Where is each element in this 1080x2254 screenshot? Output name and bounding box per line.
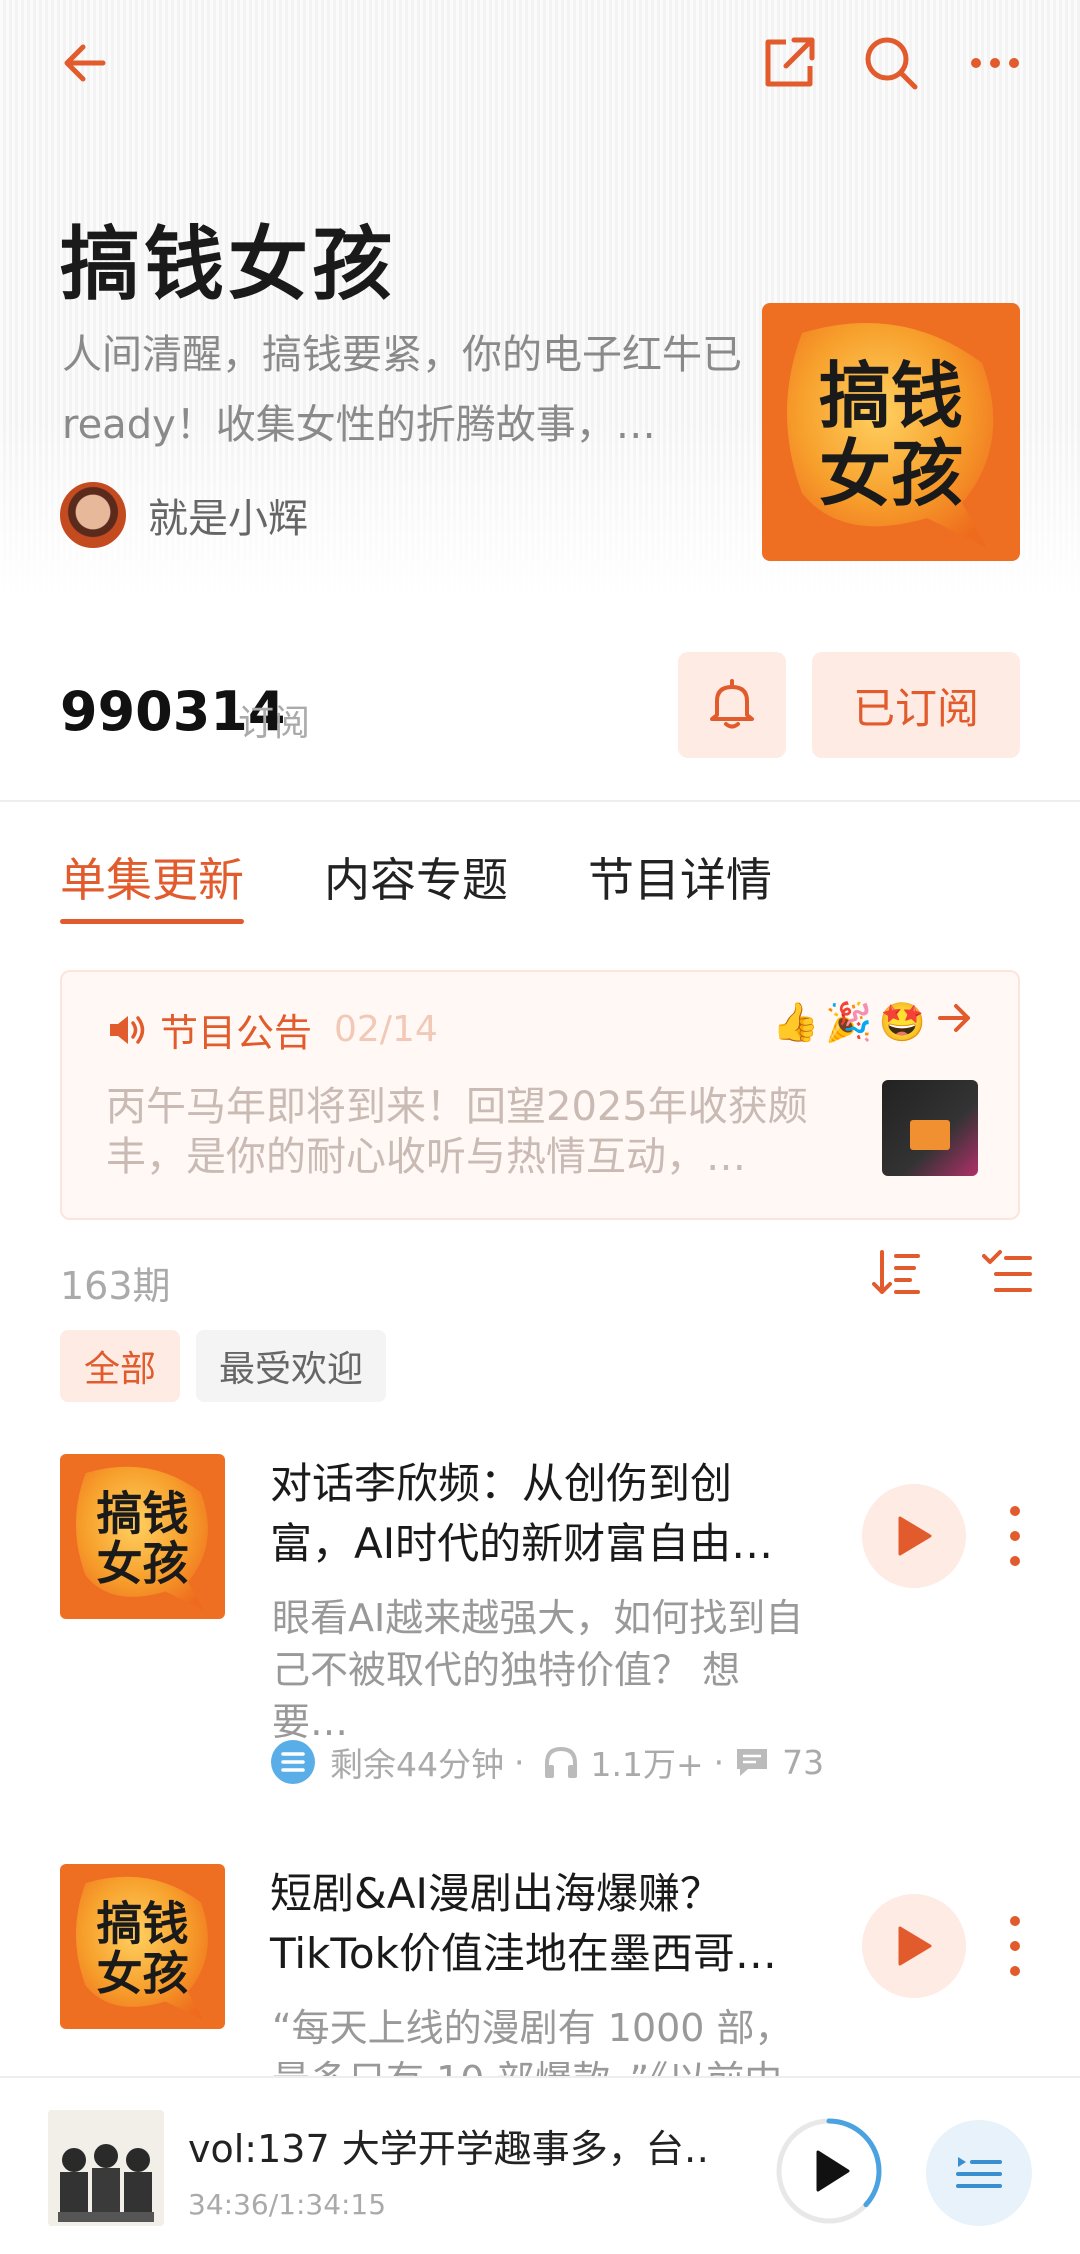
announcement-text: 丙午马年即将到来！回望2025年收获颇丰，是你的耐心收听与热情互动，… <box>106 1084 808 1180</box>
svg-text:搞钱: 搞钱 <box>96 1896 188 1950</box>
multi-select-button[interactable] <box>982 1248 1032 1302</box>
episode-title[interactable]: 对话李欣频：从创伤到创富，AI时代的新财富自由… <box>270 1454 810 1574</box>
subscriber-label: 订阅 <box>238 703 311 744</box>
episode-more-button[interactable] <box>1000 1906 1030 1986</box>
player-cover[interactable] <box>48 2110 164 2226</box>
share-button[interactable] <box>756 30 822 96</box>
announcement-arrow[interactable] <box>934 998 974 1042</box>
episode-item[interactable]: 搞钱 女孩 对话李欣频：从创伤到创富，AI时代的新财富自由… 眼看AI越来越强大… <box>0 1454 1080 1834</box>
play-icon <box>898 1926 932 1966</box>
tab-details[interactable]: 节目详情 <box>588 850 772 930</box>
checklist-icon <box>982 1250 1032 1292</box>
episode-description: 眼看AI越来越强大，如何找到自己不被取代的独特价值？ 想要… <box>272 1596 804 1744</box>
tab-topics[interactable]: 内容专题 <box>324 850 508 930</box>
podcast-title: 搞钱女孩 <box>60 218 396 311</box>
filter-all-chip[interactable]: 全部 <box>60 1330 180 1402</box>
playlist-button[interactable] <box>926 2120 1032 2226</box>
reaction-emojis: 👍 🎉 🤩 <box>772 1000 926 1045</box>
episode-play-button[interactable] <box>862 1484 966 1588</box>
more-button[interactable] <box>962 30 1028 96</box>
thumbs-up-emoji: 👍 <box>772 1000 820 1044</box>
announcement-header: 节目公告 02/14 <box>106 1002 438 1057</box>
search-icon <box>865 37 918 90</box>
playlist-icon <box>956 2157 1002 2188</box>
sort-order-icon <box>872 1250 920 1294</box>
notification-bell-button[interactable] <box>678 652 786 758</box>
author-row[interactable]: 就是小辉 <box>60 482 308 548</box>
filter-popular-chip[interactable]: 最受欢迎 <box>196 1330 386 1402</box>
author-avatar[interactable] <box>60 482 126 548</box>
author-name[interactable]: 就是小辉 <box>148 486 308 544</box>
episode-more-button[interactable] <box>1000 1496 1030 1576</box>
episode-meta: 剩余44分钟 · 1.1万+ · 73 <box>270 1737 830 1787</box>
arrow-right-icon <box>938 1004 970 1032</box>
announcement-date: 02/14 <box>334 1009 438 1050</box>
announcement-title: 节目公告 <box>160 1011 313 1055</box>
tab-bar: 单集更新 内容专题 节目详情 <box>60 850 852 930</box>
section-divider <box>0 800 1080 802</box>
podcast-cover[interactable]: 搞钱 女孩 <box>762 303 1020 561</box>
announcement-thumbnail <box>882 1080 978 1176</box>
svg-text:女孩: 女孩 <box>819 432 963 516</box>
play-icon <box>898 1516 932 1556</box>
episode-cover[interactable]: 搞钱 女孩 <box>60 1454 225 1619</box>
more-horizontal-icon <box>971 58 1019 68</box>
star-eyes-emoji: 🤩 <box>878 1000 926 1044</box>
arrow-left-icon <box>64 44 106 82</box>
episode-play-button[interactable] <box>862 1894 966 1998</box>
share-external-icon <box>765 37 815 87</box>
tab-episodes[interactable]: 单集更新 <box>60 850 244 930</box>
svg-text:女孩: 女孩 <box>96 1536 188 1590</box>
sort-button[interactable] <box>872 1248 922 1302</box>
svg-text:搞钱: 搞钱 <box>96 1486 188 1540</box>
speaker-icon <box>110 1015 145 1044</box>
party-emoji: 🎉 <box>825 1000 873 1044</box>
document-list-icon <box>271 1740 315 1784</box>
back-button[interactable] <box>52 30 118 96</box>
episode-title[interactable]: 短剧&AI漫剧出海爆赚？TikTok价值洼地在墨西哥… <box>270 1864 810 1984</box>
podcast-description[interactable]: 人间清醒，搞钱要紧，你的电子红牛已ready！收集女性的折腾故事，… <box>62 320 742 460</box>
player-title[interactable]: vol:137 大学开学趣事多，台… <box>188 2118 708 2173</box>
comment-icon <box>737 1749 768 1776</box>
episode-cover[interactable]: 搞钱 女孩 <box>60 1864 225 2029</box>
top-bar <box>0 30 1080 96</box>
player-time: 34:36/1:34:15 <box>188 2188 387 2221</box>
announcement-card[interactable]: 节目公告 02/14 👍 🎉 🤩 丙午马年即将到来！回望2025年收获颇丰，是你… <box>60 970 1020 1220</box>
svg-text:搞钱: 搞钱 <box>819 354 963 438</box>
headphones-icon <box>544 1746 577 1778</box>
comment-count: 73 <box>782 1742 825 1782</box>
remaining-time: 剩余44分钟 <box>330 1745 504 1784</box>
bell-icon <box>710 679 754 729</box>
subscribed-button[interactable]: 已订阅 <box>812 652 1020 758</box>
mini-player[interactable]: vol:137 大学开学趣事多，台… 34:36/1:34:15 <box>0 2076 1080 2254</box>
search-button[interactable] <box>858 30 924 96</box>
play-count: 1.1万+ <box>590 1745 704 1784</box>
player-play-button[interactable] <box>774 2116 884 2226</box>
svg-text:女孩: 女孩 <box>96 1946 188 2000</box>
episode-count: 163期 <box>60 1264 171 1308</box>
